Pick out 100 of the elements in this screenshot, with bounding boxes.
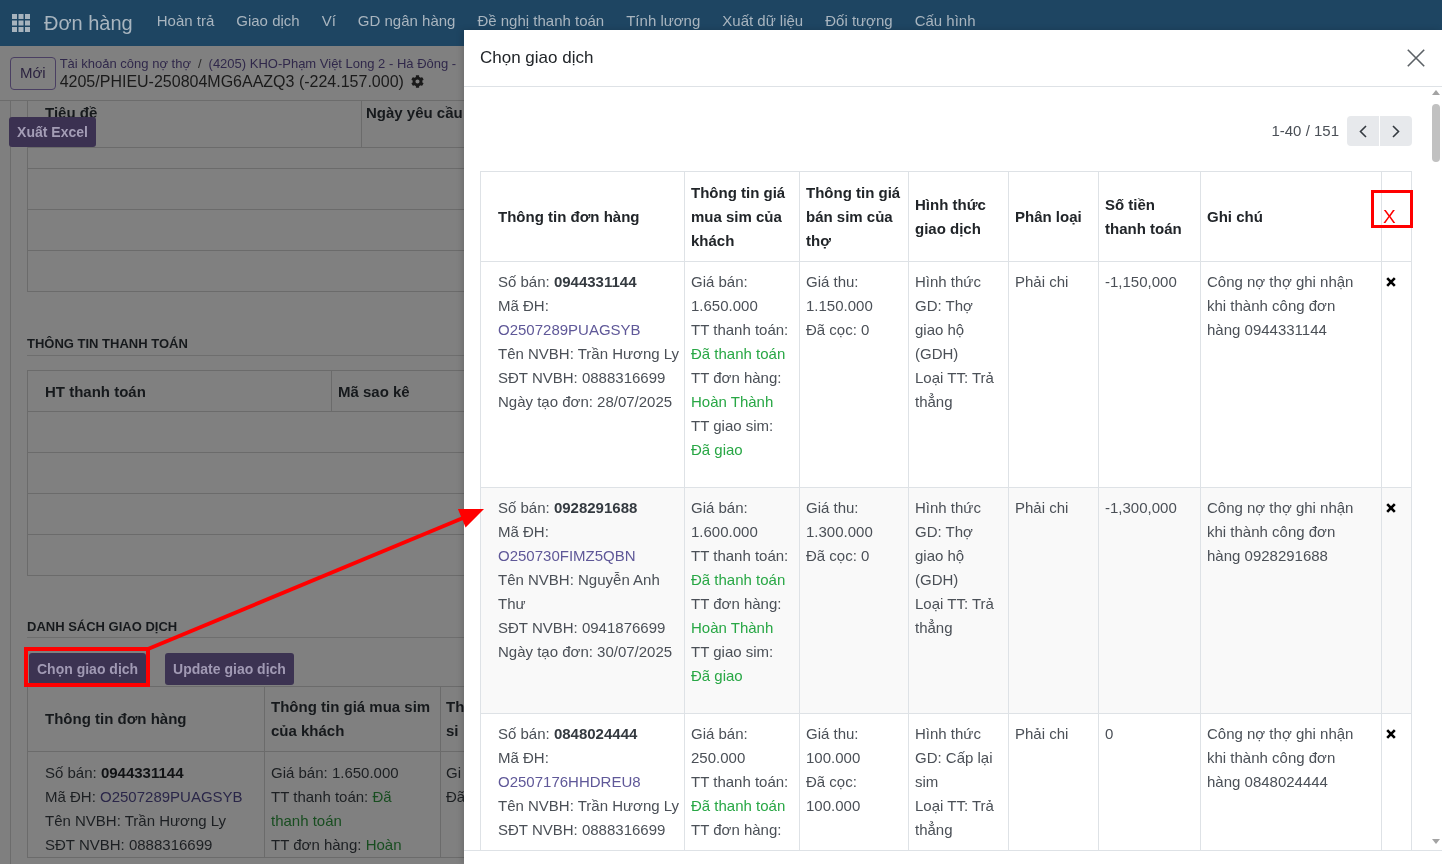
table-row[interactable] [480,487,1412,714]
chevron-right-icon [1392,124,1400,138]
field-text: SĐT NVBH: 0941876699 [498,618,666,638]
export-excel-button[interactable]: Xuất Excel [9,117,96,147]
column-header: Thông tin đơn hàng [27,686,265,752]
column-header: Thông tin giá mua sim của khách [684,171,800,262]
next-page-button[interactable] [1380,116,1412,146]
field-label: Mã ĐH: [498,297,549,314]
field-text: Giá thu: 1.300.000 [806,498,874,542]
update-transaction-button[interactable]: Update giao dịch [165,653,294,685]
field-text: Số bán: 0944331144 [45,763,184,783]
scroll-up-arrow-icon[interactable] [1432,90,1440,95]
field-text: SĐT NVBH: 0888316699 [45,835,213,855]
close-icon [1407,49,1425,67]
field-label: Mã ĐH: [498,749,549,766]
field-text: Hình thức GD: Cấp lại sim [915,724,994,792]
menu-item[interactable]: Giao dịch [225,13,311,29]
cross-icon[interactable] [1386,277,1396,287]
field-text: Giá bán: 1.650.000 [271,763,399,783]
cross-icon[interactable] [1386,503,1396,513]
column-header: Ghi chú [1200,171,1382,262]
pager-value: 1-40 / 151 [1271,120,1339,141]
field-text: Ngày tạo đơn: 28/07/2025 [498,392,673,412]
field-text: TT đơn hàng: Hoàn [271,835,402,855]
field-text: Loại TT: Trả thẳng [915,796,995,840]
record-title: 4205/PHIEU-250804MG6AAZQ3 (-224.157.000) [59,71,404,92]
field-text: Số bán: 0928291688 [498,498,638,518]
menu-item[interactable]: Cấu hình [903,13,987,29]
field-text: Loại TT: Trả thẳng [915,368,995,412]
field-text: SĐT NVBH: 0888316699 [498,820,666,840]
menu-item[interactable]: Ví [310,13,347,29]
order-link[interactable]: O2507176HHDREU8 [498,773,641,790]
field-text: Hình thức GD: Thợ giao hộ (GDH) [915,498,982,590]
app-title[interactable]: Đơn hàng [44,11,133,35]
cross-icon[interactable] [1386,729,1396,739]
field-text: Tên NVBH: Trần Hương Ly [498,344,680,364]
field-text: Giá bán: 1.600.000 [691,498,759,542]
column-header: Ngày yêu cầu [366,104,463,121]
field-text: Hình thức GD: Thợ giao hộ (GDH) [915,272,982,364]
menu-item[interactable]: Tính lương [615,13,712,29]
field-text: Giá bán: 250.000 [691,724,749,768]
menu-item[interactable]: Xuất dữ liệu [711,13,815,29]
column-header: Số tiền thanh toán [1098,171,1201,262]
note-text: Công nợ thợ ghi nhận khi thành công đơn hàng 0944331144 [1207,273,1354,338]
order-link[interactable]: O2507289PUAGSYB [498,321,641,338]
column-header: Thông tin giá mua sim của khách [264,686,441,752]
app-grid-icon[interactable] [12,14,30,32]
previous-page-button[interactable] [1347,116,1379,146]
menu-item[interactable]: Đối tượng [814,13,904,29]
field-text: Đã cọc: 100.000 [806,772,862,816]
settings-icon[interactable] [410,75,424,88]
order-link[interactable]: O250730FIMZ5QBN [498,547,636,564]
field-text: TT thanh toán: Đã thanh toán [691,772,790,816]
choose-transaction-button[interactable]: Chọn giao dịch [29,653,147,685]
category-text: Phải chi [1015,273,1069,290]
menu-item[interactable]: GD ngân hàng [346,13,467,29]
field-label: Mã ĐH: [498,523,549,540]
note-text: Công nợ thợ ghi nhận khi thành công đơn hàng 0928291688 [1207,499,1354,564]
field-text: Ngày tạo đơn: 30/07/2025 [498,642,673,662]
scrollbar-thumb[interactable] [1432,104,1440,162]
field-text: TT đơn hàng: [691,820,782,840]
field-text: TT giao sim: Đã giao [691,642,775,686]
column-header: Phân loại [1008,171,1099,262]
column-header: Thông tin giá bán sim của thợ [799,171,909,262]
breadcrumb-link[interactable]: (4205) KHO-Phạm Việt Long 2 - Hà Đông - [208,54,457,72]
column-header: Hình thức giao dịch [908,171,1009,262]
field-text: Số bán: 0944331144 [498,272,637,292]
new-button[interactable]: Mới [10,56,56,90]
field-text: Giá thu: 100.000 [806,724,862,768]
breadcrumb-link[interactable]: Tài khoản công nợ thợ [59,54,191,72]
chevron-left-icon [1359,124,1367,138]
field-text: TT đơn hàng: Hoàn Thành [691,594,783,638]
order-link[interactable]: O2507289PUAGSYB [100,788,243,805]
column-header: HT thanh toán [45,382,146,400]
dialog-title: Chọn giao dịch [480,47,594,70]
menu-item[interactable]: Hoàn trả [145,13,226,29]
field-label: Mã ĐH: [45,788,96,805]
column-header: Mã sao kê [338,382,410,400]
field-text: SĐT NVBH: 0888316699 [498,368,666,388]
amount-text: -1,300,000 [1105,499,1177,516]
field-text: Tên NVBH: Trần Hương Ly [498,796,680,816]
column-header: Thông tin đơn hàng [480,171,685,262]
field-text: Giá bán: 1.650.000 [691,272,759,316]
table-row[interactable] [480,713,1412,850]
remove-column-header: X [1381,171,1412,262]
field-text: Đã cọc: 0 [806,320,870,340]
section-title: DANH SÁCH GIAO DỊCH [27,619,464,638]
category-text: Phải chi [1015,499,1069,516]
close-button[interactable] [1405,47,1427,69]
scroll-down-arrow-icon[interactable] [1432,839,1440,844]
breadcrumb-separator: / [197,54,202,72]
field-text: TT thanh toán: Đã thanh toán [271,787,393,831]
field-text: TT đơn hàng: Hoàn Thành [691,368,783,412]
field-text: Đã cọc: 0 [806,546,870,566]
menu-item[interactable]: Đề nghị thanh toán [466,13,616,29]
field-text: TT giao sim: Đã giao [691,416,775,460]
table-row[interactable] [480,261,1412,488]
field-text: TT thanh toán: Đã thanh toán [691,320,790,364]
amount-text: 0 [1105,725,1114,742]
note-text: Công nợ thợ ghi nhận khi thành công đơn hàng 0848024444 [1207,725,1354,790]
